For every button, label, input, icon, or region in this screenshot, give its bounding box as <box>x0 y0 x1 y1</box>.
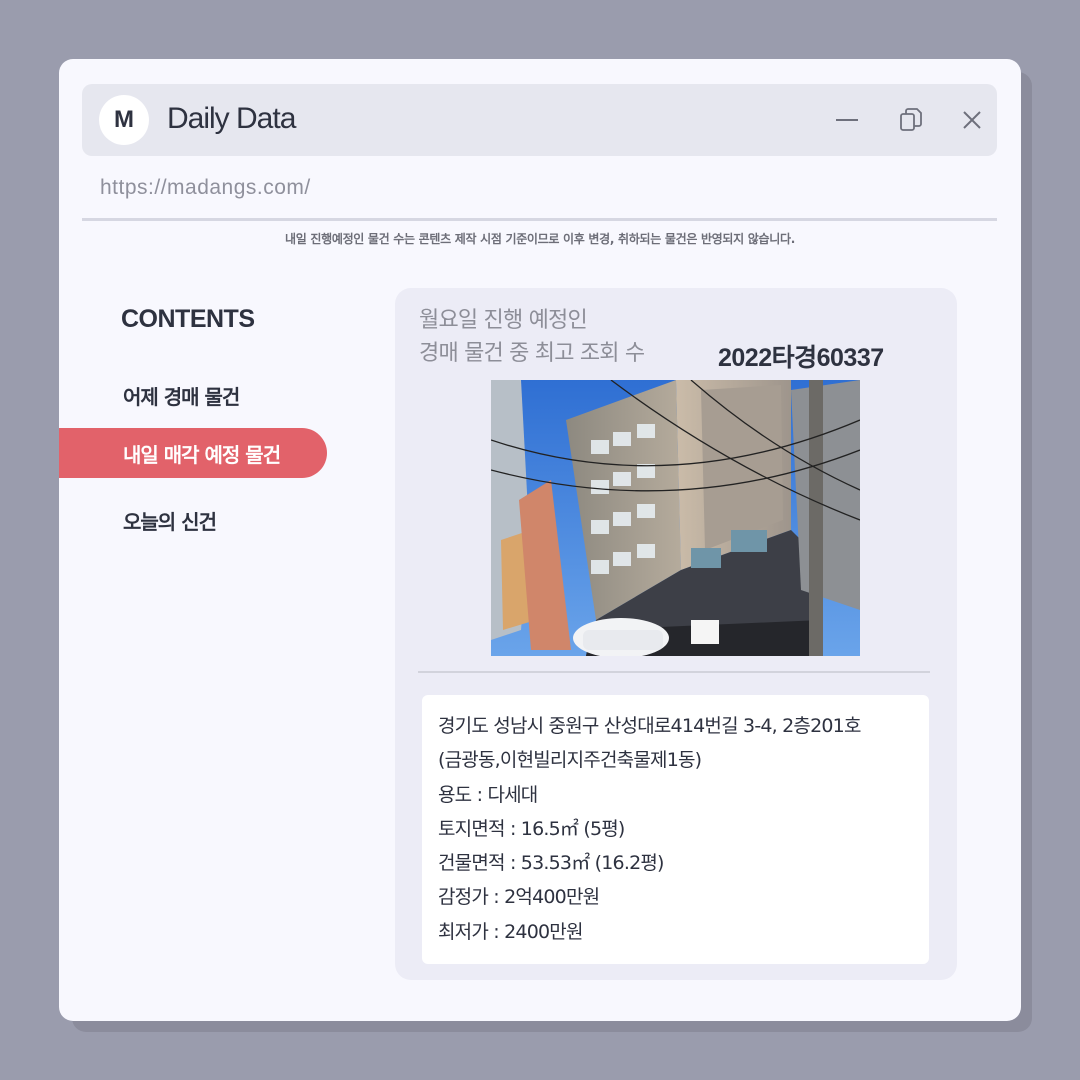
detail-land-area: 토지면적 : 16.5㎡ (5평) <box>438 817 625 840</box>
card-heading: 월요일 진행 예정인 경매 물건 중 최고 조회 수 <box>419 304 645 370</box>
detail-appraisal-price: 감정가 : 2억400만원 <box>438 886 600 909</box>
featured-property-card: 월요일 진행 예정인 경매 물건 중 최고 조회 수 2022타경60337 경… <box>395 288 957 980</box>
detail-building-area: 건물면적 : 53.53㎡ (16.2평) <box>438 852 664 875</box>
app-title: Daily Data <box>167 102 296 135</box>
card-heading-line1: 월요일 진행 예정인 <box>419 308 588 333</box>
contents-heading: CONTENTS <box>121 305 255 333</box>
title-bar: M Daily Data <box>82 84 997 156</box>
address-divider <box>82 218 997 221</box>
card-divider <box>418 671 930 673</box>
detail-usage: 용도 : 다세대 <box>438 783 538 806</box>
case-number: 2022타경60337 <box>718 344 884 372</box>
detail-building-name: (금광동,이현빌리지주건축물제1동) <box>438 749 702 772</box>
property-details: 경기도 성남시 중원구 산성대로414번길 3-4, 2층201호 (금광동,이… <box>422 695 929 964</box>
app-window: M Daily Data https://madangs.com/ 내일 진행예… <box>59 59 1021 1021</box>
minimize-icon[interactable] <box>833 106 861 134</box>
app-logo: M <box>99 95 149 145</box>
notice-text: 내일 진행예정인 물건 수는 콘텐츠 제작 시점 기준이므로 이후 변경, 취하… <box>284 232 795 246</box>
restore-icon[interactable] <box>897 106 925 134</box>
sidebar-item-tomorrow-sale[interactable]: 내일 매각 예정 물건 <box>59 428 327 478</box>
detail-minimum-price: 최저가 : 2400만원 <box>438 920 583 943</box>
address-url[interactable]: https://madangs.com/ <box>100 176 311 200</box>
close-icon[interactable] <box>958 106 986 134</box>
card-heading-line2: 경매 물건 중 최고 조회 수 <box>419 341 645 366</box>
detail-address: 경기도 성남시 중원구 산성대로414번길 3-4, 2층201호 <box>438 715 861 737</box>
sidebar-item-today-new[interactable]: 오늘의 신건 <box>59 495 327 545</box>
property-photo <box>491 380 860 656</box>
sidebar-item-yesterday-auction[interactable]: 어제 경매 물건 <box>59 370 327 420</box>
